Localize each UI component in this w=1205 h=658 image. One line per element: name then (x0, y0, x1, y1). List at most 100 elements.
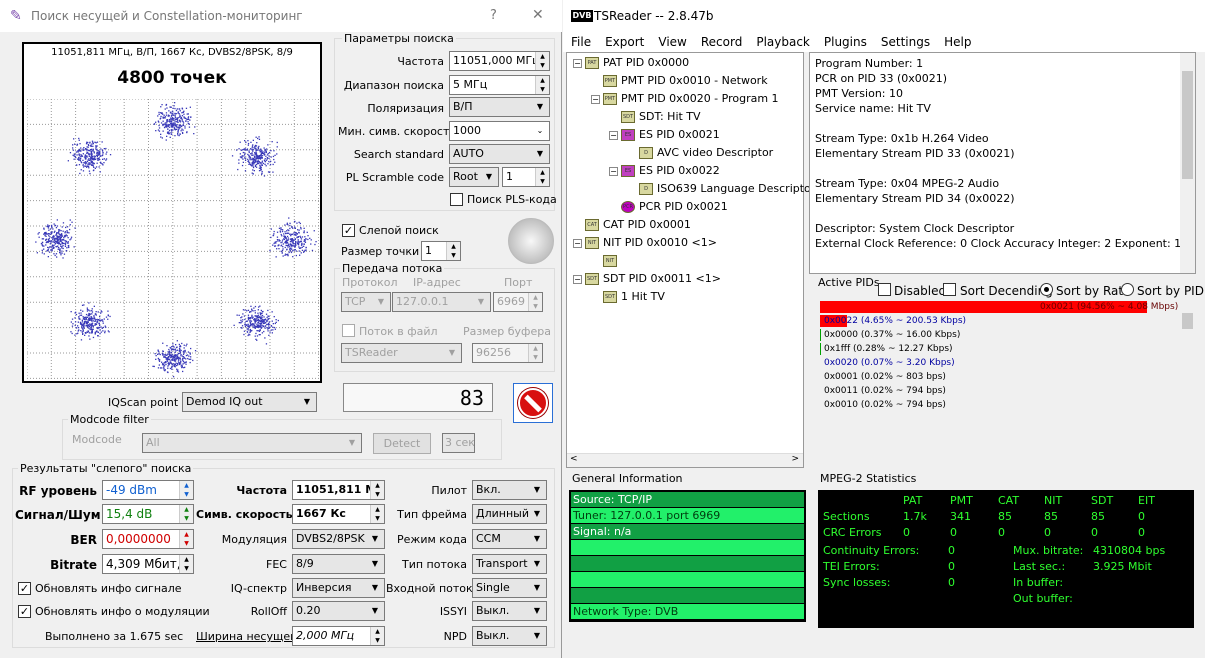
tree-node[interactable]: PCR PCR PID 0x0021 (609, 198, 728, 216)
tree-node[interactable]: SDT 1 Hit TV (591, 288, 665, 306)
help-button[interactable]: ? (490, 8, 497, 23)
tree-node[interactable]: − PAT PAT PID 0x0000 (573, 54, 689, 72)
tofile-checkbox[interactable] (342, 324, 355, 337)
collapse-icon[interactable]: − (591, 94, 600, 104)
disabled-checkbox[interactable] (878, 283, 891, 296)
collapse-icon[interactable]: − (573, 58, 582, 68)
pol-select[interactable]: В/П ▼ (449, 97, 550, 117)
tree-node[interactable]: NIT (591, 252, 621, 270)
res-frame-select[interactable]: Длинный ▼ (472, 504, 547, 524)
mux-label: Mux. bitrate: (1013, 544, 1084, 557)
iq-sample (61, 252, 63, 254)
iq-sample (173, 346, 175, 348)
menu-export[interactable]: Export (605, 35, 644, 49)
app-select[interactable]: TSReader ▼ (341, 343, 462, 363)
iq-sample (173, 105, 175, 107)
pls-search-checkbox[interactable] (450, 193, 463, 206)
iq-sample (85, 157, 87, 159)
tree-node[interactable]: − ES ES PID 0x0021 (609, 126, 720, 144)
modcode-select[interactable]: All ▼ (142, 433, 362, 453)
detect-button[interactable]: Detect (373, 433, 431, 454)
iq-sample (169, 136, 171, 138)
close-button[interactable]: ✕ (532, 7, 544, 23)
iq-sample (247, 329, 249, 331)
sections-label: Sections (823, 510, 870, 523)
res-streamtype-select[interactable]: Transport ▼ (472, 554, 547, 574)
tree-node[interactable]: − ES ES PID 0x0022 (609, 162, 720, 180)
menu-playback[interactable]: Playback (756, 35, 810, 49)
blind-search-checkbox[interactable]: ✓ (342, 224, 355, 237)
menu-plugins[interactable]: Plugins (824, 35, 867, 49)
tree-node[interactable]: PMT PMT PID 0x0010 - Network (591, 72, 768, 90)
menu-settings[interactable]: Settings (881, 35, 930, 49)
update-signal-checkbox[interactable]: ✓ (18, 582, 31, 595)
iq-sample (177, 111, 179, 113)
tree-node[interactable]: SDT SDT: Hit TV (609, 108, 701, 126)
res-mod-select[interactable]: DVBS2/8PSK ▼ (292, 529, 385, 549)
res-mod-label: Модуляция (221, 533, 287, 546)
iq-sample (168, 350, 171, 352)
iq-sample (42, 245, 44, 247)
sort-desc-checkbox[interactable] (943, 283, 956, 296)
collapse-icon[interactable]: − (573, 274, 582, 284)
iq-sample (167, 365, 169, 367)
res-fec-label: FEC (266, 558, 287, 571)
pids-vscroll[interactable] (1180, 298, 1195, 468)
iq-sample (293, 245, 295, 247)
tree-node[interactable]: − NIT NIT PID 0x0010 <1> (573, 234, 717, 252)
res-iqspec-select[interactable]: Инверсия ▼ (292, 578, 385, 598)
iq-sample (276, 239, 279, 241)
stop-button[interactable] (513, 383, 553, 423)
iq-sample (177, 132, 179, 135)
minsym-select[interactable]: 1000 ⌄ (449, 121, 550, 141)
iq-sample (159, 353, 161, 356)
ip-select[interactable]: 127.0.0.1 ▼ (392, 292, 491, 312)
collapse-icon[interactable]: − (609, 166, 618, 176)
res-fec-select[interactable]: 8/9 ▼ (292, 554, 385, 574)
std-select[interactable]: AUTO ▼ (449, 144, 550, 164)
sort-rate-radio[interactable] (1040, 283, 1053, 296)
proto-select[interactable]: TCP ▼ (341, 292, 391, 312)
iq-sample (155, 121, 157, 123)
pls-code-input[interactable]: 1 ▲ ▼ (502, 167, 550, 187)
range-input[interactable]: 5 МГц ▲ ▼ (449, 75, 550, 95)
menu-view[interactable]: View (658, 35, 686, 49)
res-bw-label[interactable]: Ширина несущей (196, 630, 297, 643)
pid-tree[interactable]: − PAT PAT PID 0x0000 PMT PMT PID 0x0010 - Ne… (566, 52, 811, 468)
collapse-icon[interactable]: − (609, 130, 618, 140)
pls-mode-select[interactable]: Root ▼ (449, 167, 499, 187)
res-rolloff-select[interactable]: 0.20 ▼ (292, 601, 385, 621)
iq-sample (166, 122, 168, 124)
iq-point-select[interactable]: Demod IQ out ▼ (182, 392, 317, 412)
tree-node[interactable]: CAT CAT PID 0x0001 (573, 216, 691, 234)
res-input-select[interactable]: Single ▼ (472, 578, 547, 598)
iq-sample (186, 118, 189, 121)
iq-sample (58, 231, 60, 233)
sort-pid-radio[interactable] (1121, 283, 1134, 296)
iq-sample (257, 319, 259, 322)
tree-node[interactable]: − SDT SDT PID 0x0011 <1> (573, 270, 721, 288)
point-size-input[interactable]: 1 ▲ ▼ (421, 241, 461, 261)
tree-node[interactable]: D AVC video Descriptor (627, 144, 773, 162)
res-codemode-select[interactable]: CCM ▼ (472, 529, 547, 549)
update-mod-checkbox[interactable]: ✓ (18, 605, 31, 618)
buffer-input[interactable]: 96256 ▲ ▼ (472, 343, 543, 363)
menu-file[interactable]: File (571, 35, 591, 49)
detect-time-select[interactable]: 3 сек (442, 433, 475, 453)
iq-sample (246, 310, 248, 312)
res-pilot-select[interactable]: Вкл. ▼ (472, 480, 547, 500)
menu-help[interactable]: Help (944, 35, 971, 49)
tree-node[interactable]: − PMT PMT PID 0x0020 - Program 1 (591, 90, 779, 108)
tree-hscroll[interactable]: < > (567, 453, 803, 467)
iq-sample (164, 354, 166, 356)
port-input[interactable]: 6969 ▲ ▼ (493, 292, 543, 312)
res-issyi-select[interactable]: Выкл. ▼ (472, 601, 547, 621)
menu-record[interactable]: Record (701, 35, 742, 49)
iq-sample (178, 343, 180, 346)
collapse-icon[interactable]: − (573, 238, 582, 248)
details-vscroll[interactable] (1180, 53, 1195, 273)
iq-sample (276, 248, 278, 250)
res-npd-select[interactable]: Выкл. ▼ (472, 626, 547, 646)
freq-input[interactable]: 11051,000 МГц ▲ ▼ (449, 51, 550, 71)
tree-node[interactable]: D ISO639 Language Descripto (627, 180, 811, 198)
